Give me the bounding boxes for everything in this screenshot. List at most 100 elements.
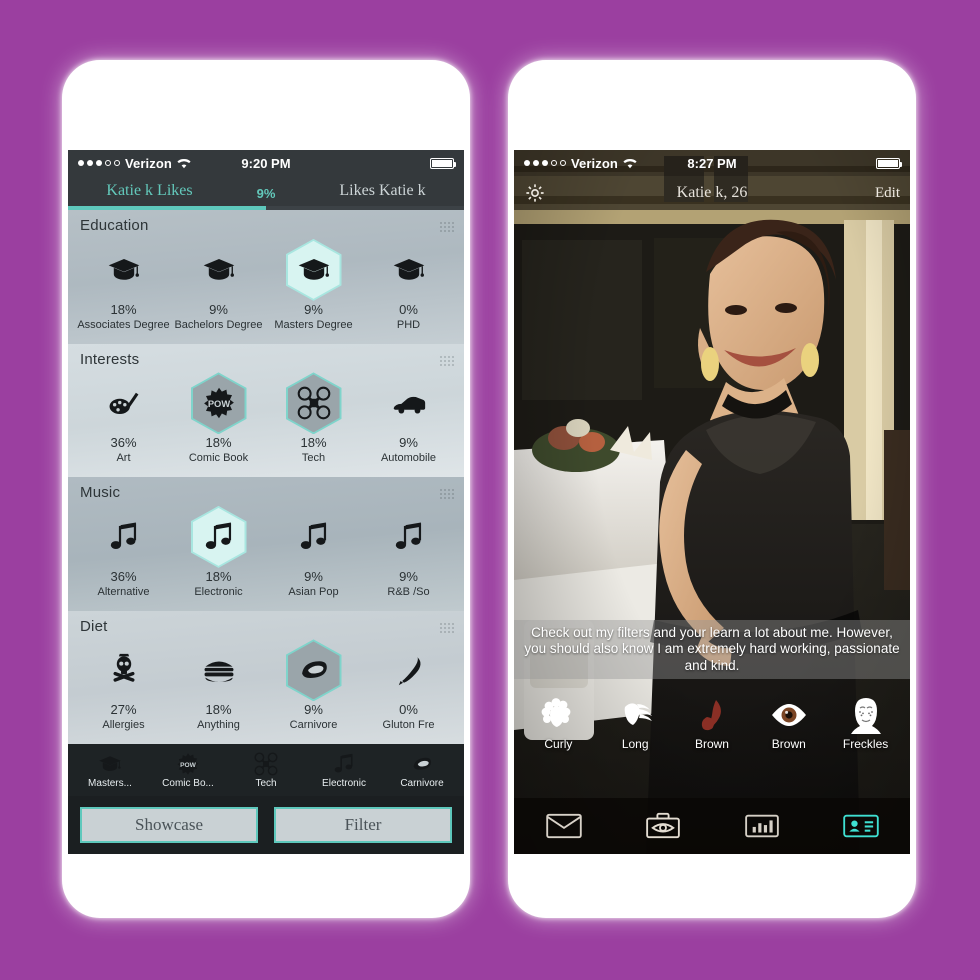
pow-burst-icon: POW <box>176 752 200 776</box>
attribute-percent: 18% <box>205 435 232 451</box>
tab-katie-likes[interactable]: Katie k Likes <box>68 182 231 200</box>
filter-button[interactable]: Filter <box>274 807 452 843</box>
attribute-percent: 36% <box>110 568 137 584</box>
attribute-icon-slot <box>76 642 171 698</box>
attribute-percent: 18% <box>205 702 232 718</box>
attribute-item[interactable]: 0% PHD <box>361 242 456 332</box>
showcase-button[interactable]: Showcase <box>80 807 258 843</box>
selected-filter-chip[interactable]: Carnivore <box>384 752 460 789</box>
svg-text:POW: POW <box>207 400 230 410</box>
drone-icon <box>254 751 278 776</box>
attribute-item[interactable]: 9% Carnivore <box>266 639 361 732</box>
nav-camera-eye[interactable] <box>641 811 685 841</box>
attribute-percent: 9% <box>399 568 418 584</box>
curly-hair-icon <box>538 695 578 735</box>
attribute-row: 36% Art POW 18% Comic Book 18% Tech 9% Automobil… <box>76 368 456 474</box>
selected-filters-bar: Masters... POW Comic Bo... Tech Electronic Ca… <box>68 744 464 796</box>
nav-profile-card[interactable] <box>839 811 883 841</box>
section-music: Music 36% Alternative 18% Electronic 9% Asian … <box>68 477 464 611</box>
car-icon <box>392 386 426 420</box>
attribute-percent: 9% <box>399 435 418 451</box>
trait-item[interactable]: Long <box>602 695 668 751</box>
attribute-label: Gluton Fre <box>382 719 435 732</box>
attribute-percent: 18% <box>110 301 137 317</box>
left-status-bar: Verizon 9:20 PM <box>68 150 464 176</box>
attribute-item[interactable]: 18% Tech <box>266 372 361 465</box>
tab-likes-katie[interactable]: Likes Katie k <box>301 182 464 200</box>
music-note-icon <box>297 520 331 554</box>
nav-bar-chart[interactable] <box>740 811 784 841</box>
chip-label: Carnivore <box>400 777 444 789</box>
attribute-icon-slot <box>266 238 361 301</box>
action-bar: Showcase Filter <box>68 796 464 854</box>
svg-text:POW: POW <box>180 762 197 769</box>
attribute-label: Art <box>116 452 131 465</box>
selected-filter-chip[interactable]: Electronic <box>306 752 382 789</box>
hex-frame <box>285 372 342 435</box>
attribute-item[interactable]: 9% Automobile <box>361 375 456 465</box>
battery-icon <box>430 157 456 169</box>
attribute-percent: 36% <box>110 435 137 451</box>
section-interests: Interests 36% Art POW 18% Comic Book 18% Tech 9%… <box>68 343 464 477</box>
profile-bio: Check out my filters and your learn a lo… <box>514 620 910 680</box>
gear-icon[interactable] <box>524 182 546 204</box>
attribute-icon-slot <box>171 242 266 298</box>
freckles-face-icon <box>846 695 886 735</box>
attribute-item[interactable]: 0% Gluton Fre <box>361 642 456 732</box>
attribute-percent: 18% <box>205 568 232 584</box>
section-title: Education <box>80 217 149 234</box>
attribute-percent: 0% <box>399 702 418 718</box>
skull-crossbones-icon <box>107 653 141 687</box>
clock-label: 9:20 PM <box>241 155 291 171</box>
selected-filter-chip[interactable]: Masters... <box>72 752 148 789</box>
attribute-percent: 9% <box>209 301 228 317</box>
hair-color-icon <box>692 695 732 735</box>
attribute-item[interactable]: 18% Electronic <box>171 505 266 599</box>
trait-item[interactable]: Freckles <box>833 695 899 751</box>
palette-brush-icon <box>107 386 141 420</box>
music-note-icon <box>107 520 141 554</box>
music-note-icon <box>332 752 356 776</box>
attribute-item[interactable]: 9% Bachelors Degree <box>171 242 266 332</box>
attribute-label: Alternative <box>97 585 150 598</box>
attribute-item[interactable]: 36% Alternative <box>76 509 171 599</box>
section-title: Music <box>80 484 121 501</box>
attribute-item[interactable]: 18% Associates Degree <box>76 242 171 332</box>
attribute-icon-slot <box>171 505 266 568</box>
attribute-percent: 9% <box>304 301 323 317</box>
left-chrome: Verizon 9:20 PM Katie k Likes 9% Likes K… <box>68 150 464 210</box>
attribute-icon-slot <box>266 509 361 565</box>
attribute-row: 18% Associates Degree 9% Bachelors Degree 9%… <box>76 234 456 340</box>
chip-label: Comic Bo... <box>162 777 214 789</box>
attribute-item[interactable]: 9% Asian Pop <box>266 509 361 599</box>
attribute-label: Allergies <box>102 719 145 732</box>
attribute-item[interactable]: 36% Art <box>76 375 171 465</box>
attribute-icon-slot <box>361 642 456 698</box>
long-hair-icon <box>615 695 655 735</box>
attribute-label: Anything <box>197 719 240 732</box>
app-canvas: Verizon 9:20 PM Katie k Likes 9% Likes K… <box>0 0 980 980</box>
attribute-item[interactable]: 9% R&B /So <box>361 509 456 599</box>
edit-button[interactable]: Edit <box>875 185 900 202</box>
attribute-item[interactable]: 27% Allergies <box>76 642 171 732</box>
section-education: Education 18% Associates Degree 9% Bachelors… <box>68 210 464 344</box>
eye-icon <box>769 695 809 735</box>
nav-envelope[interactable] <box>542 811 586 841</box>
trait-item[interactable]: Curly <box>525 695 591 751</box>
trait-item[interactable]: Brown <box>679 695 745 751</box>
phone-left: Verizon 9:20 PM Katie k Likes 9% Likes K… <box>62 60 470 918</box>
attribute-label: Bachelors Degree <box>174 318 263 331</box>
right-status-bar: Verizon 8:27 PM <box>514 150 910 176</box>
attribute-item[interactable]: 9% Masters Degree <box>266 238 361 332</box>
selected-filter-chip[interactable]: Tech <box>228 751 304 789</box>
trait-item[interactable]: Brown <box>756 695 822 751</box>
profile-nav-bar: Katie k, 26 Edit <box>514 176 910 210</box>
attribute-icon-slot <box>76 509 171 565</box>
attribute-item[interactable]: 18% Anything <box>171 642 266 732</box>
attribute-item[interactable]: POW 18% Comic Book <box>171 372 266 465</box>
attribute-label: Masters Degree <box>274 318 353 331</box>
section-title: Interests <box>80 350 140 368</box>
selected-filter-chip[interactable]: POW Comic Bo... <box>150 752 226 789</box>
attribute-percent: 9% <box>304 702 323 718</box>
drone-icon <box>297 386 331 420</box>
